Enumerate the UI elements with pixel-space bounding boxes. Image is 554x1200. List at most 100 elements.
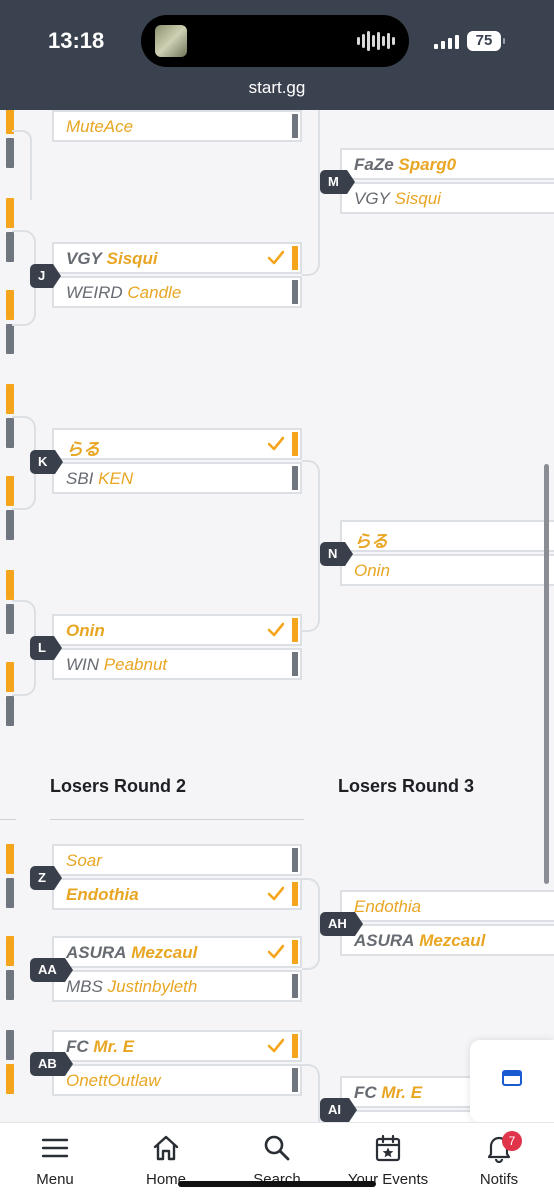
result-indicator xyxy=(292,940,298,964)
prev-round-slot[interactable] xyxy=(6,970,14,1000)
bracket-set-k[interactable]: らる SBI KEN K xyxy=(30,428,304,496)
player-name: VGY Sisqui xyxy=(354,189,441,208)
window-icon xyxy=(502,1070,522,1086)
player-name: OnettOutlaw xyxy=(66,1071,161,1090)
floating-panel-button[interactable] xyxy=(470,1040,554,1122)
round-title-losers-round-2: Losers Round 2 xyxy=(50,776,187,796)
search-icon xyxy=(264,1135,290,1161)
bracket-view[interactable]: MuteAce VGY Sisqui WEIRD Candle J らる SBI… xyxy=(0,110,554,1122)
result-indicator xyxy=(292,652,298,676)
prev-round-slot[interactable] xyxy=(6,1030,14,1060)
set-id-label: AI xyxy=(320,1098,357,1122)
player-name: Onin xyxy=(354,561,390,580)
bracket-set-l[interactable]: Onin WIN Peabnut L xyxy=(30,614,304,682)
bracket-set-n[interactable]: らる Onin N xyxy=(320,520,554,588)
bracket-set-z[interactable]: Soar Endothia Z xyxy=(30,844,304,912)
player-slot-winner[interactable]: Endothia xyxy=(52,878,302,910)
bracket-connector xyxy=(302,460,320,632)
prev-round-slot[interactable] xyxy=(6,1064,14,1094)
set-id-label: M xyxy=(320,170,355,194)
player-slot[interactable]: Endothia xyxy=(340,890,554,922)
now-playing-artwork xyxy=(155,25,187,57)
player-name: VGY Sisqui xyxy=(66,249,158,268)
player-name: FaZe Sparg0 xyxy=(354,155,457,174)
player-name: WEIRD Candle xyxy=(66,283,182,302)
bracket-connector xyxy=(302,878,320,970)
bracket-set-m[interactable]: FaZe Sparg0 VGY Sisqui M xyxy=(320,148,554,216)
player-name: SBI KEN xyxy=(66,469,134,488)
nav-home[interactable]: Home xyxy=(111,1133,221,1188)
nav-your-events[interactable]: Your Events xyxy=(333,1133,443,1188)
result-indicator xyxy=(292,974,298,998)
player-slot[interactable]: SBI KEN xyxy=(52,462,302,494)
nav-search[interactable]: Search xyxy=(222,1133,332,1188)
player-slot-winner[interactable]: FC Mr. E xyxy=(52,1030,302,1062)
player-slot-winner[interactable]: Onin xyxy=(52,614,302,646)
bracket-set-aa[interactable]: ASURA Mezcaul MBS Justinbyleth AA xyxy=(30,936,304,1004)
prev-round-slot[interactable] xyxy=(6,696,14,726)
bottom-navigation: Menu Home Search Your Events 7 Notifs xyxy=(0,1122,554,1200)
player-slot[interactable]: Soar xyxy=(52,844,302,876)
player-slot-winner[interactable]: VGY Sisqui xyxy=(52,242,302,274)
set-id-label: Z xyxy=(30,866,62,890)
hamburger-menu-icon xyxy=(41,1138,69,1158)
set-id-label: AH xyxy=(320,912,363,936)
nav-menu[interactable]: Menu xyxy=(0,1133,110,1188)
player-slot[interactable]: FaZe Sparg0 xyxy=(340,148,554,180)
result-indicator xyxy=(292,432,298,456)
player-name: FC Mr. E xyxy=(66,1037,135,1056)
player-slot[interactable]: MBS Justinbyleth xyxy=(52,970,302,1002)
bracket-set-j[interactable]: VGY Sisqui WEIRD Candle J xyxy=(30,242,304,310)
player-slot-winner[interactable]: ASURA Mezcaul xyxy=(52,936,302,968)
nav-notifs[interactable]: 7 Notifs xyxy=(444,1131,554,1188)
player-slot[interactable]: らる xyxy=(340,520,554,552)
set-id-label: AB xyxy=(30,1052,73,1076)
home-indicator[interactable] xyxy=(178,1181,376,1187)
checkmark-icon xyxy=(268,886,284,901)
prev-round-slot[interactable] xyxy=(6,510,14,540)
prev-round-slot[interactable] xyxy=(6,324,14,354)
checkmark-icon xyxy=(268,1038,284,1053)
checkmark-icon xyxy=(268,436,284,451)
prev-round-slot[interactable] xyxy=(6,384,14,414)
set-id-label: N xyxy=(320,542,354,566)
player-slot[interactable]: MuteAce xyxy=(52,110,302,142)
prev-round-slot[interactable] xyxy=(6,198,14,228)
result-indicator xyxy=(292,246,298,270)
player-slot[interactable]: WIN Peabnut xyxy=(52,648,302,680)
dynamic-island[interactable] xyxy=(141,15,409,67)
browser-url[interactable]: start.gg xyxy=(0,78,554,98)
player-name: MBS Justinbyleth xyxy=(66,977,198,996)
home-icon xyxy=(153,1135,179,1161)
result-indicator xyxy=(292,1068,298,1092)
player-slot[interactable]: Onin xyxy=(340,554,554,586)
player-name: FC Mr. E xyxy=(354,1083,423,1102)
prev-round-slot[interactable] xyxy=(6,570,14,600)
player-slot[interactable]: OnettOutlaw xyxy=(52,1064,302,1096)
bracket-set[interactable]: MuteAce xyxy=(52,110,304,144)
result-indicator xyxy=(292,114,298,138)
player-name: Soar xyxy=(66,851,102,870)
player-slot-winner[interactable]: らる xyxy=(52,428,302,460)
bracket-set-ah[interactable]: Endothia ASURA Mezcaul AH xyxy=(320,890,554,958)
player-name: らる xyxy=(66,440,100,459)
result-indicator xyxy=(292,1034,298,1058)
bracket-connector xyxy=(302,1064,320,1122)
result-indicator xyxy=(292,618,298,642)
bracket-set-ab[interactable]: FC Mr. E OnettOutlaw AB xyxy=(30,1030,304,1098)
checkmark-icon xyxy=(268,622,284,637)
player-slot[interactable]: VGY Sisqui xyxy=(340,182,554,214)
player-name: らる xyxy=(354,532,388,551)
vertical-scrollbar[interactable] xyxy=(544,464,549,884)
top-bar: 13:18 75 start.gg xyxy=(0,0,554,110)
nav-menu-label: Menu xyxy=(36,1171,74,1188)
player-slot[interactable]: ASURA Mezcaul xyxy=(340,924,554,956)
player-slot[interactable]: WEIRD Candle xyxy=(52,276,302,308)
result-indicator xyxy=(292,280,298,304)
prev-round-slot[interactable] xyxy=(6,844,14,874)
bracket-connector xyxy=(12,130,32,200)
prev-round-slot[interactable] xyxy=(6,878,14,908)
player-name: ASURA Mezcaul xyxy=(354,931,486,950)
prev-round-slot[interactable] xyxy=(6,936,14,966)
round-title-losers-round-3: Losers Round 3 xyxy=(338,776,475,796)
